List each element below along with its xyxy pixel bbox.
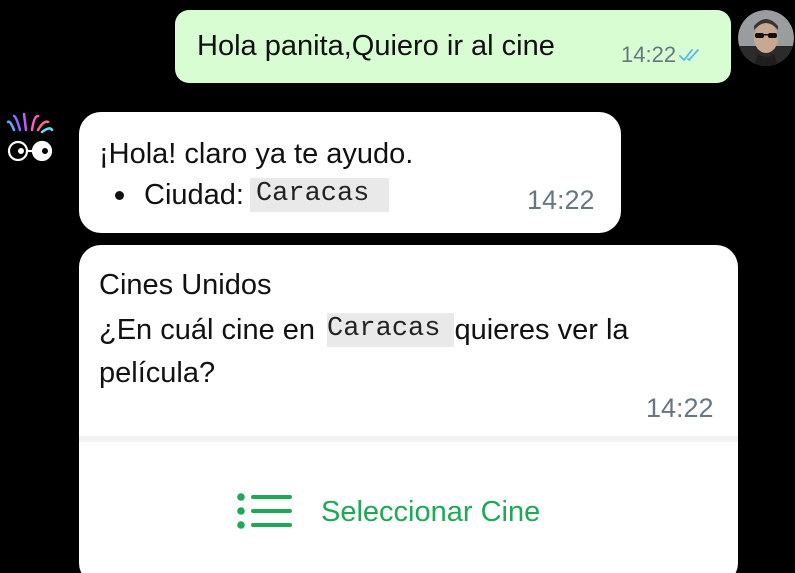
code-value-city: Caracas — [249, 178, 390, 212]
message-body-line-2: película? — [99, 357, 216, 389]
list-icon — [237, 493, 292, 529]
bullet-dot — [115, 190, 124, 200]
message-body-prefix: ¿En cuál cine en — [99, 313, 316, 346]
incoming-message-text: ¡Hola! claro ya te ayudo. — [99, 138, 414, 170]
select-cinema-button[interactable]: Seleccionar Cine — [79, 442, 738, 573]
bot-logo-icon — [6, 112, 54, 162]
incoming-message-time: 14:22 — [646, 393, 714, 423]
message-body-suffix: quieres ver la — [454, 313, 629, 346]
incoming-message-time: 14:22 — [527, 185, 595, 215]
outgoing-message-text: Hola panita,Quiero ir al cine — [197, 30, 555, 62]
message-title: Cines Unidos — [99, 269, 272, 301]
code-value-city: Caracas — [327, 313, 455, 347]
bullet-list-item: Ciudad: Caracas — [115, 178, 390, 212]
outgoing-message-bubble[interactable]: Hola panita,Quiero ir al cine 14:22 — [175, 10, 731, 83]
select-cinema-button-label: Seleccionar Cine — [321, 496, 541, 528]
user-avatar[interactable] — [738, 10, 794, 66]
chat-screen: Hola panita,Quiero ir al cine 14:22 ¡Hol… — [0, 0, 795, 573]
message-body-line: ¿En cuál cine en Caracas quieres ver la — [99, 313, 629, 347]
outgoing-message-time: 14:22 — [621, 42, 677, 67]
incoming-interactive-message-bubble[interactable]: Cines Unidos ¿En cuál cine en Caracas qu… — [79, 245, 738, 573]
incoming-message-bubble[interactable]: ¡Hola! claro ya te ayudo. Ciudad: Caraca… — [79, 112, 621, 233]
user-avatar-image — [738, 10, 794, 66]
bullet-label: Ciudad: — [144, 178, 244, 211]
bot-avatar[interactable] — [2, 110, 58, 166]
double-check-icon — [679, 49, 699, 61]
